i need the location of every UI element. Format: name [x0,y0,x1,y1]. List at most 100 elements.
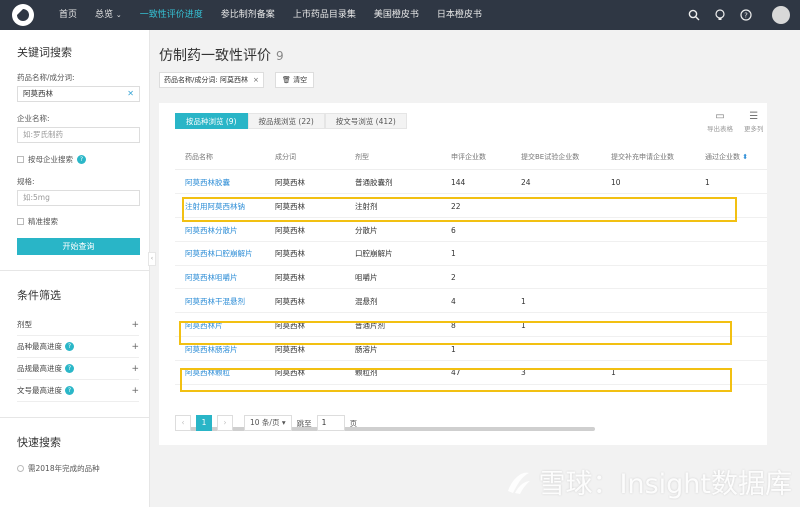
highlight-box [179,321,732,345]
close-icon[interactable]: × [253,76,259,84]
quick-search-label: 需2018年完成的品种 [28,464,100,473]
filter-chip[interactable]: 药品名称/成分词: 阿莫西林 × [159,72,264,88]
next-page-button[interactable]: › [217,415,233,431]
filter-chip-label: 药品名称/成分词: 阿莫西林 [164,76,248,84]
help-icon[interactable]: ? [740,9,752,21]
checkbox-icon[interactable] [17,218,24,225]
tab-by-variety[interactable]: 按品种浏览 (9) [175,113,248,129]
list-icon: ☰ [749,111,759,122]
cell-ingredient: 阿莫西林 [275,297,305,306]
cell-drug-name[interactable]: 阿莫西林分散片 [185,219,238,242]
filter-spec-progress[interactable]: 品规最高进度 ? + [17,358,139,380]
col-applicants[interactable]: 申评企业数 [451,144,486,170]
col-be-trial[interactable]: 提交BE试验企业数 [521,144,579,170]
nav-consistency[interactable]: 一致性评价进度 [131,0,212,30]
exact-search-checkbox[interactable]: 精准搜索 [17,216,58,227]
start-search-button[interactable]: 开始查询 [17,238,140,255]
cell-drug-name[interactable]: 阿莫西林胶囊 [185,171,230,194]
filter-label: 剂型 [17,320,32,329]
parent-company-checkbox[interactable]: 按母企业搜索 ? [17,154,86,165]
page-size-select[interactable]: 10 条/页 ▾ [244,415,292,431]
cell-applicants: 2 [451,273,456,283]
page-unit-label: 页 [349,418,358,428]
cell-supplement: 10 [611,178,621,187]
goto-page-input[interactable]: 1 [316,415,345,431]
page-1-button[interactable]: 1 [196,415,212,431]
quick-search-item[interactable]: 需2018年完成的品种 [17,463,100,474]
filter-variety-progress[interactable]: 品种最高进度 ? + [17,336,139,358]
search-icon[interactable] [688,9,700,21]
nav-home[interactable]: 首页 [50,0,86,30]
plus-icon[interactable]: + [131,364,139,374]
cell-drug-name[interactable]: 阿莫西林咀嚼片 [185,266,238,289]
chevron-down-icon: ⌄ [115,11,122,19]
tab-by-approval[interactable]: 按文号浏览 (412) [324,113,407,129]
cell-be-trial: 24 [521,178,531,187]
results-card: 按品种浏览 (9) 按品规浏览 (22) 按文号浏览 (412) ▭ 导出表格 ☰… [159,103,767,445]
pagination: ‹ 1 › 10 条/页 ▾ 跳至 1 页 [175,415,357,431]
page-title: 仿制药一致性评价 9 [159,45,284,65]
col-passed[interactable]: 通过企业数 ⬍ [705,144,748,170]
nav-jp-orangebook[interactable]: 日本橙皮书 [428,0,491,30]
parent-company-label: 按母企业搜索 [28,155,73,164]
tab-by-spec[interactable]: 按品规浏览 (22) [247,113,325,129]
nav-reference[interactable]: 参比制剂备案 [212,0,284,30]
nav-us-orangebook[interactable]: 美国橙皮书 [365,0,428,30]
radio-icon[interactable] [17,465,24,472]
divider [0,417,150,418]
clear-button[interactable]: 🗑 清空 [275,72,315,88]
keyword-search-title: 关键词搜索 [17,46,72,59]
export-table-button[interactable]: ▭ 导出表格 [707,111,733,133]
prev-page-button[interactable]: ‹ [175,415,191,431]
page-size-label: 10 条/页 [250,418,280,427]
cell-passed: 1 [705,178,710,187]
nav-catalog[interactable]: 上市药品目录集 [284,0,365,30]
logo-icon[interactable] [12,4,34,26]
more-columns-label: 更多列 [744,125,764,133]
more-columns-button[interactable]: ☰ 更多列 [744,111,764,133]
help-icon[interactable]: ? [77,155,86,164]
help-icon[interactable]: ? [65,364,74,373]
sort-icon[interactable]: ⬍ [742,153,748,161]
svg-text:?: ? [744,12,748,20]
export-label: 导出表格 [707,125,733,133]
col-ingredient: 成分词 [275,153,296,161]
filter-approval-progress[interactable]: 文号最高进度 ? + [17,380,139,402]
avatar[interactable] [772,6,790,24]
cell-ingredient: 阿莫西林 [275,249,305,259]
table-row: 阿莫西林干混悬剂 阿莫西林 混悬剂 4 1 [175,290,767,314]
checkbox-icon[interactable] [17,156,24,163]
plus-icon[interactable]: + [131,320,139,330]
filter-dosage-form[interactable]: 剂型 + [17,314,139,336]
clear-label: 清空 [293,76,308,84]
table-row: 阿莫西林咀嚼片 阿莫西林 咀嚼片 2 [175,266,767,290]
cell-drug-name[interactable]: 阿莫西林口腔崩解片 [185,242,253,265]
company-name-label: 企业名称: [17,114,50,123]
goto-label: 跳至 [296,418,312,428]
company-name-input[interactable]: 如:罗氏制药 [17,127,140,143]
plus-icon[interactable]: + [131,342,139,352]
col-supplement[interactable]: 提交补充申请企业数 [611,144,674,170]
nav-right: ? [688,0,790,30]
help-icon[interactable]: ? [65,386,74,395]
nav-overview[interactable]: 总览 ⌄ [86,0,131,30]
cell-applicants: 144 [451,178,466,187]
drug-name-input[interactable]: 阿莫西林 ✕ [17,86,140,102]
highlight-box [182,197,737,222]
col-drug-name: 药品名称 [185,153,213,161]
cell-drug-name[interactable]: 阿莫西林干混悬剂 [185,290,245,313]
help-icon[interactable]: ? [65,342,74,351]
cell-dosage-form: 口腔崩解片 [355,249,393,259]
clear-input-icon[interactable]: ✕ [127,87,134,101]
snowball-logo-icon [507,472,530,494]
collapse-sidebar-icon[interactable]: ‹ [148,252,156,266]
spec-input[interactable]: 如:5mg [17,190,140,206]
exact-search-label: 精准搜索 [28,217,58,226]
divider [0,270,150,271]
plus-icon[interactable]: + [131,386,139,396]
bulb-icon[interactable] [714,9,726,21]
table-row: 阿莫西林胶囊 阿莫西林 普通胶囊剂 144 24 10 1 [175,171,767,195]
drug-name-label: 药品名称/成分词: [17,73,75,82]
cell-be-trial: 1 [521,297,526,306]
filter-label: 品种最高进度 [17,342,62,351]
